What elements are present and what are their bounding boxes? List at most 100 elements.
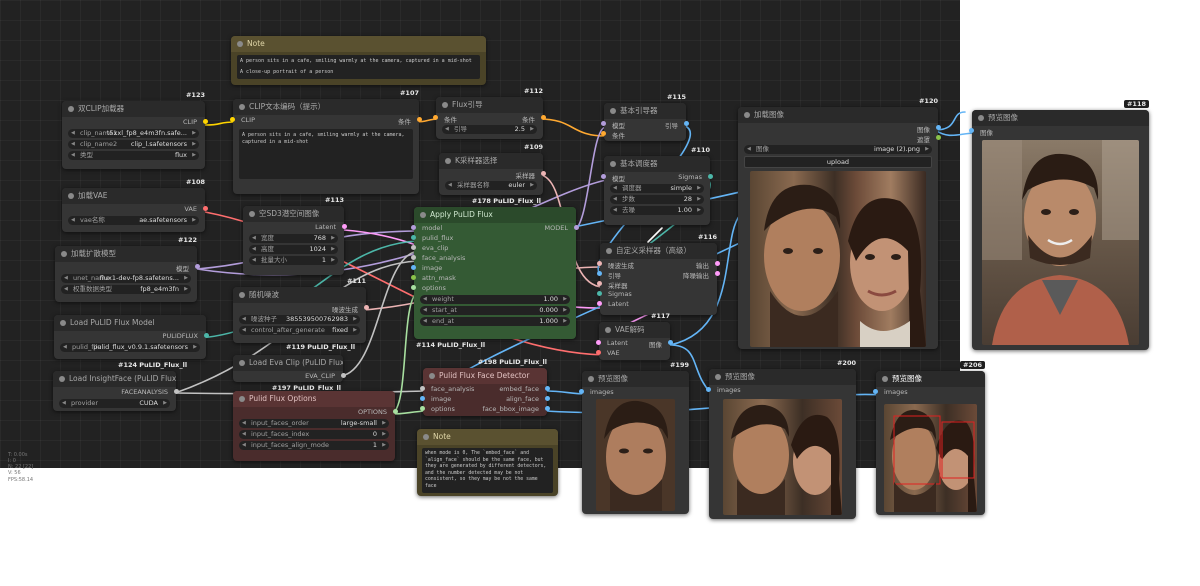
output-dot[interactable] bbox=[541, 171, 546, 176]
input-dot[interactable] bbox=[420, 406, 425, 411]
output-dot[interactable] bbox=[574, 225, 579, 230]
node-load-insightface[interactable]: Load InsightFace (PuLID Flux) FACEANALYS… bbox=[53, 371, 179, 411]
input-dot[interactable] bbox=[411, 265, 416, 270]
input-dot[interactable] bbox=[706, 387, 711, 392]
widget-weight[interactable]: ◀ weight 1.00 ▶ bbox=[420, 295, 570, 304]
note-node-face-mode[interactable]: Note when mode is 0, The `embed_face` an… bbox=[417, 429, 558, 496]
output-dot[interactable] bbox=[342, 224, 347, 229]
output-dot[interactable] bbox=[364, 305, 369, 310]
output-dot[interactable] bbox=[545, 386, 550, 391]
widget-clip-name1[interactable]: ◀ clip_name1 t5xxl_fp8_e4m3fn.safe... ▶ bbox=[68, 129, 199, 138]
output-dot[interactable] bbox=[715, 261, 720, 266]
input-dot[interactable] bbox=[596, 350, 601, 355]
node-flux-guidance[interactable]: #112 Flux引导 条件 条件 ◀ 引导 2.5 ▶ bbox=[433, 87, 546, 139]
node-sampler-custom-advanced[interactable]: #116 自定义采样器（高级） 噪波生成 输出 引导 降噪输出 采样器 Sigmas… bbox=[597, 233, 720, 315]
widget-width[interactable]: ◀ 宽度 768 ▶ bbox=[249, 234, 338, 243]
widget-input-faces-align-mode[interactable]: ◀ input_faces_align_mode 1 ▶ bbox=[239, 441, 389, 450]
output-dot[interactable] bbox=[545, 406, 550, 411]
input-dot[interactable] bbox=[411, 275, 416, 280]
widget-provider[interactable]: ◀ provider CUDA ▶ bbox=[59, 399, 170, 408]
output-dot[interactable] bbox=[936, 125, 941, 130]
node-basic-scheduler[interactable]: #110 基本调度器 模型 Sigmas ◀ 调度器 simple ▶ ◀ 步数 28 ▶ ◀… bbox=[601, 146, 713, 225]
input-dot[interactable] bbox=[597, 271, 602, 276]
node-random-noise[interactable]: #111 随机噪波 噪波生成 ◀ 噪波种子 385539500762983 ▶ ◀ co… bbox=[233, 277, 369, 343]
node-empty-sd3-latent[interactable]: #113 空SD3潜空间图像 Latent ◀ 宽度 768 ▶ ◀ 高度 1024 ▶ ◀… bbox=[243, 196, 347, 275]
output-dot[interactable] bbox=[708, 174, 713, 179]
node-preview-image-206[interactable]: #206 预览图像 images bbox=[873, 361, 985, 515]
input-dot[interactable] bbox=[601, 131, 606, 136]
input-dot[interactable] bbox=[601, 174, 606, 179]
widget-weight-dtype[interactable]: ◀ 权重数据类型 fp8_e4m3fn ▶ bbox=[61, 285, 191, 294]
upload-button[interactable]: upload bbox=[744, 156, 932, 168]
widget-sampler-name[interactable]: ◀ 采样器名称 euler ▶ bbox=[445, 181, 537, 190]
output-dot[interactable] bbox=[203, 119, 208, 124]
widget-start-at[interactable]: ◀ start_at 0.000 ▶ bbox=[420, 306, 570, 315]
output-dot[interactable] bbox=[393, 409, 398, 414]
node-load-image[interactable]: #120 加载图像 图像 遮罩 ◀ 图像 image (2).png ▶ upload bbox=[738, 97, 941, 349]
widget-clip-name2[interactable]: ◀ clip_name2 clip_l.safetensors ▶ bbox=[68, 140, 199, 149]
output-dot[interactable] bbox=[545, 396, 550, 401]
output-dot[interactable] bbox=[541, 115, 546, 120]
widget-image-file[interactable]: ◀ 图像 image (2).png ▶ bbox=[744, 145, 932, 154]
node-preview-image-200[interactable]: #200 预览图像 images bbox=[706, 359, 856, 519]
input-dot[interactable] bbox=[969, 128, 974, 133]
widget-type[interactable]: ◀ 类型 flux ▶ bbox=[68, 151, 199, 160]
node-pulid-flux-options[interactable]: Pulid Flux Options OPTIONS ◀ input_faces_… bbox=[233, 391, 398, 461]
widget-batch-size[interactable]: ◀ 批量大小 1 ▶ bbox=[249, 256, 338, 265]
node-pulid-face-detector[interactable]: #198 PuLID_Flux_ll Pulid Flux Face Detec… bbox=[420, 358, 550, 416]
input-dot[interactable] bbox=[411, 245, 416, 250]
node-load-pulid-flux-model[interactable]: Load PuLID Flux Model PULIDFLUX ◀ pulid_f… bbox=[54, 315, 209, 359]
note-text[interactable]: A person sits in a cafe, smiling warmly … bbox=[237, 55, 480, 79]
output-dot[interactable] bbox=[715, 271, 720, 276]
widget-height[interactable]: ◀ 高度 1024 ▶ bbox=[249, 245, 338, 254]
output-dot[interactable] bbox=[936, 135, 941, 140]
widget-end-at[interactable]: ◀ end_at 1.000 ▶ bbox=[420, 317, 570, 326]
widget-guidance[interactable]: ◀ 引导 2.5 ▶ bbox=[442, 125, 537, 134]
node-load-vae[interactable]: #108 加载VAE VAE ◀ vae名称 ae.safetensors ▶ bbox=[62, 178, 208, 232]
node-dual-clip-loader[interactable]: #123 双CLIP加载器 CLIP ◀ clip_name1 t5xxl_fp8_… bbox=[62, 91, 208, 169]
node-apply-pulid-flux[interactable]: Apply PuLID Flux model MODEL pulid_flux e… bbox=[411, 207, 579, 349]
widget-control-after-generate[interactable]: ◀ control_after_generate fixed ▶ bbox=[239, 326, 360, 335]
input-dot[interactable] bbox=[411, 255, 416, 260]
input-dot[interactable] bbox=[420, 386, 425, 391]
note-text[interactable]: when mode is 0, The `embed_face` and `al… bbox=[422, 448, 553, 493]
output-dot[interactable] bbox=[174, 389, 179, 394]
output-dot[interactable] bbox=[203, 206, 208, 211]
input-dot[interactable] bbox=[597, 301, 602, 306]
node-ksampler-select[interactable]: #109 K采样器选择 采样器 ◀ 采样器名称 euler ▶ #178 PuLID_… bbox=[439, 143, 546, 205]
input-dot[interactable] bbox=[411, 225, 416, 230]
node-load-eva-clip[interactable]: Load Eva Clip (PuLID Flux) EVA_CLIP #197… bbox=[233, 355, 346, 392]
output-dot[interactable] bbox=[417, 117, 422, 122]
output-dot[interactable] bbox=[668, 340, 673, 345]
input-dot[interactable] bbox=[873, 389, 878, 394]
node-preview-image-118[interactable]: #118 预览图像 图像 bbox=[969, 100, 1149, 350]
widget-pulid-file[interactable]: ◀ pulid_file pulid_flux_v0.9.1.safetensors… bbox=[60, 343, 200, 352]
widget-unet-name[interactable]: ◀ unet_name flux1-dev-fp8.safetens... ▶ bbox=[61, 274, 191, 283]
output-dot[interactable] bbox=[341, 373, 346, 378]
input-dot[interactable] bbox=[420, 396, 425, 401]
input-dot[interactable] bbox=[596, 340, 601, 345]
node-load-diffusion-model[interactable]: #122 加载扩散模型 模型 ◀ unet_name flux1-dev-fp8.s… bbox=[55, 236, 200, 302]
output-clip[interactable]: CLIP bbox=[183, 118, 197, 126]
input-dot[interactable] bbox=[433, 115, 438, 120]
input-dot[interactable] bbox=[601, 121, 606, 126]
input-dot[interactable] bbox=[230, 117, 235, 122]
node-preview-image-199[interactable]: #199 预览图像 images bbox=[579, 361, 689, 514]
widget-noise-seed[interactable]: ◀ 噪波种子 385539500762983 ▶ bbox=[239, 315, 360, 324]
input-dot[interactable] bbox=[411, 285, 416, 290]
output-dot[interactable] bbox=[684, 121, 689, 126]
input-dot[interactable] bbox=[597, 281, 602, 286]
output-dot[interactable] bbox=[204, 333, 209, 338]
widget-denoise[interactable]: ◀ 去噪 1.00 ▶ bbox=[610, 206, 704, 215]
prompt-textarea[interactable]: A person sits in a cafe, smiling warmly … bbox=[239, 129, 413, 179]
node-vae-decode[interactable]: #117 VAE解码 Latent 图像 VAE bbox=[596, 312, 673, 360]
node-clip-text-encode[interactable]: #107 CLIP文本编码（提示） CLIP 条件 A person sits i… bbox=[230, 89, 422, 194]
note-node-prompt[interactable]: Note A person sits in a cafe, smiling wa… bbox=[231, 36, 486, 85]
widget-scheduler[interactable]: ◀ 调度器 simple ▶ bbox=[610, 184, 704, 193]
widget-steps[interactable]: ◀ 步数 28 ▶ bbox=[610, 195, 704, 204]
output-dot[interactable] bbox=[195, 264, 200, 269]
widget-vae-name[interactable]: ◀ vae名称 ae.safetensors ▶ bbox=[68, 216, 199, 225]
widget-input-faces-index[interactable]: ◀ input_faces_index 0 ▶ bbox=[239, 430, 389, 439]
widget-input-faces-order[interactable]: ◀ input_faces_order large-small ▶ bbox=[239, 419, 389, 428]
input-dot[interactable] bbox=[411, 235, 416, 240]
